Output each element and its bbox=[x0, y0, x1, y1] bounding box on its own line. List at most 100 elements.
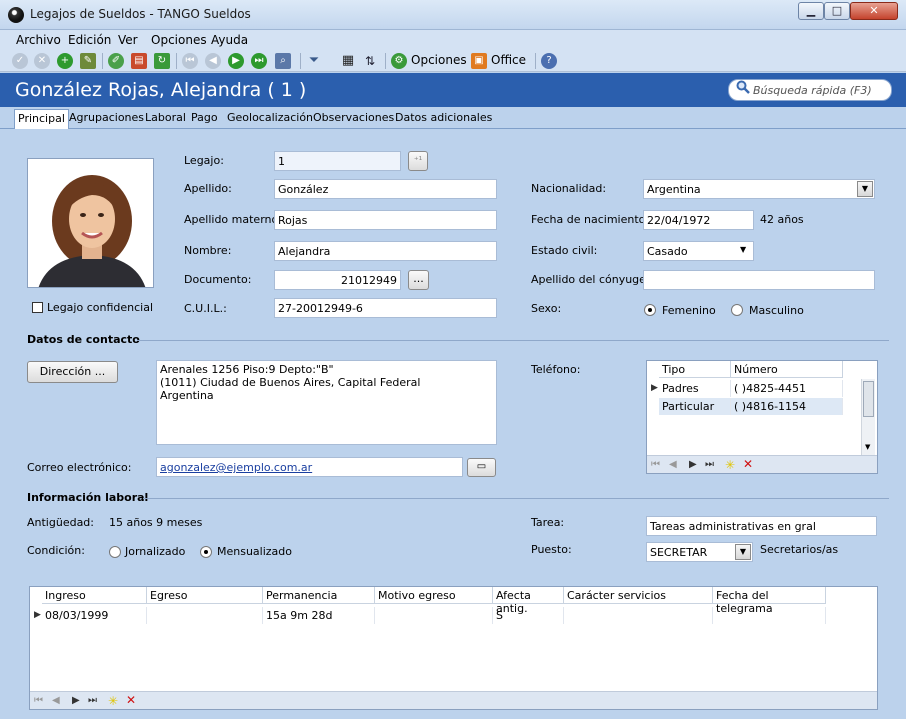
prev-icon[interactable]: ◀ bbox=[52, 695, 60, 706]
chevron-down-icon[interactable]: ▼ bbox=[857, 181, 873, 197]
filter-icon[interactable]: ⏷ bbox=[306, 53, 322, 69]
last-record-icon[interactable]: ⏭ bbox=[251, 53, 267, 69]
sexo-femenino-radio[interactable] bbox=[644, 304, 656, 316]
tab-agrupaciones[interactable]: Agrupaciones bbox=[69, 111, 144, 124]
delete-row-icon[interactable]: ✕ bbox=[126, 693, 136, 707]
tab-observaciones[interactable]: Observaciones bbox=[313, 111, 394, 124]
table-row-tipo[interactable]: Padres bbox=[659, 380, 731, 397]
refresh-icon[interactable]: ↻ bbox=[154, 53, 170, 69]
documento-lookup-button[interactable]: ... bbox=[408, 270, 429, 290]
table-row-numero[interactable]: ( )4825-4451 bbox=[731, 380, 843, 397]
new-row-icon[interactable]: ✳ bbox=[108, 694, 118, 708]
last-icon[interactable]: ⏭ bbox=[705, 459, 714, 470]
header-caracter-servicios[interactable]: Carácter servicios bbox=[564, 587, 713, 604]
nombre-input[interactable]: Alejandra bbox=[274, 241, 497, 261]
apellido-materno-input[interactable]: Rojas bbox=[274, 210, 497, 230]
table-row-ingreso[interactable]: 08/03/1999 bbox=[42, 607, 147, 624]
minimize-button[interactable]: ▁ bbox=[798, 2, 824, 20]
options-menu[interactable]: Opciones bbox=[411, 53, 467, 67]
next-legajo-button[interactable]: ⁺¹ bbox=[408, 151, 428, 171]
next-icon[interactable]: ▶ bbox=[72, 695, 80, 706]
last-icon[interactable]: ⏭ bbox=[88, 695, 97, 706]
options-icon[interactable]: ⚙ bbox=[391, 53, 407, 69]
telefono-header-tipo[interactable]: Tipo bbox=[659, 361, 731, 378]
grid-icon[interactable]: ▦ bbox=[340, 53, 356, 69]
tab-datos-adicionales[interactable]: Datos adicionales bbox=[395, 111, 492, 124]
table-row-permanencia[interactable]: 15a 9m 28d bbox=[263, 607, 375, 624]
telefono-header-numero[interactable]: Número bbox=[731, 361, 843, 378]
table-row-motivo[interactable] bbox=[375, 607, 493, 624]
close-button[interactable]: ✕ bbox=[850, 2, 898, 20]
first-record-icon[interactable]: ⏮ bbox=[182, 53, 198, 69]
header-fecha-telegrama[interactable]: Fecha del telegrama bbox=[713, 587, 826, 615]
edit-icon[interactable]: ✐ bbox=[108, 53, 124, 69]
direccion-button[interactable]: Dirección ... bbox=[27, 361, 118, 383]
scrollbar-thumb[interactable] bbox=[863, 381, 874, 417]
direccion-textarea[interactable]: Arenales 1256 Piso:9 Depto:"B" (1011) Ci… bbox=[156, 360, 497, 445]
scrollbar[interactable]: ▼ bbox=[861, 379, 875, 455]
sort-icon[interactable]: ⇅ bbox=[362, 53, 378, 69]
add-copy-icon[interactable]: ✎ bbox=[80, 53, 96, 69]
email-icon[interactable]: ▭ bbox=[467, 458, 496, 477]
sexo-masculino-radio[interactable] bbox=[731, 304, 743, 316]
first-icon[interactable]: ⏮ bbox=[651, 459, 660, 470]
estado-civil-select[interactable]: Casado bbox=[643, 241, 754, 261]
menu-archivo[interactable]: Archivo bbox=[16, 33, 61, 47]
jornalizado-radio[interactable] bbox=[109, 546, 121, 558]
next-record-icon[interactable]: ▶ bbox=[228, 53, 244, 69]
office-menu[interactable]: Office bbox=[491, 53, 526, 67]
menu-ver[interactable]: Ver bbox=[118, 33, 138, 47]
header-permanencia[interactable]: Permanencia bbox=[263, 587, 375, 604]
table-row-egreso[interactable] bbox=[147, 607, 263, 624]
confidencial-checkbox[interactable] bbox=[32, 302, 43, 313]
tab-pago[interactable]: Pago bbox=[191, 111, 218, 124]
office-icon[interactable]: ▣ bbox=[471, 53, 487, 69]
header-afecta-antig[interactable]: Afecta antig. bbox=[493, 587, 564, 615]
mensualizado-radio[interactable] bbox=[200, 546, 212, 558]
first-icon[interactable]: ⏮ bbox=[34, 695, 43, 706]
delete-icon[interactable]: ▤ bbox=[131, 53, 147, 69]
find-icon[interactable]: ⌕ bbox=[275, 53, 291, 69]
correo-input[interactable]: agonzalez@ejemplo.com.ar bbox=[156, 457, 463, 477]
prev-record-icon[interactable]: ◀ bbox=[205, 53, 221, 69]
add-icon[interactable]: + bbox=[57, 53, 73, 69]
tab-principal[interactable]: Principal bbox=[14, 109, 69, 129]
fecha-nac-input[interactable]: 22/04/1972 bbox=[643, 210, 754, 230]
table-row-afecta[interactable]: S bbox=[493, 607, 564, 624]
tarea-input[interactable]: Tareas administrativas en gral bbox=[646, 516, 877, 536]
menu-edicion[interactable]: Edición bbox=[68, 33, 111, 47]
chevron-down-icon[interactable]: ▼ bbox=[740, 245, 746, 254]
historial-laboral-grid[interactable]: Ingreso Egreso Permanencia Motivo egreso… bbox=[29, 586, 878, 710]
apellido-conyuge-input[interactable] bbox=[643, 270, 875, 290]
nacionalidad-select[interactable]: Argentina bbox=[643, 179, 875, 199]
tab-geolocalizacion[interactable]: Geolocalización bbox=[227, 111, 313, 124]
chevron-down-icon[interactable]: ▼ bbox=[865, 443, 870, 451]
next-icon[interactable]: ▶ bbox=[689, 459, 697, 470]
table-row-telegrama[interactable] bbox=[713, 607, 826, 624]
new-row-icon[interactable]: ✳ bbox=[725, 458, 735, 472]
prev-icon[interactable]: ◀ bbox=[669, 459, 677, 470]
quick-search-input[interactable]: Búsqueda rápida (F3) bbox=[728, 79, 892, 101]
table-row-tipo[interactable]: Particular bbox=[659, 398, 731, 415]
header-egreso[interactable]: Egreso bbox=[147, 587, 263, 604]
tab-laboral[interactable]: Laboral bbox=[145, 111, 186, 124]
cuil-input[interactable]: 27-20012949-6 bbox=[274, 298, 497, 318]
apellido-input[interactable]: González bbox=[274, 179, 497, 199]
telefono-grid[interactable]: Tipo Número ▶ Padres ( )4825-4451 Partic… bbox=[646, 360, 878, 474]
menu-ayuda[interactable]: Ayuda bbox=[211, 33, 248, 47]
documento-label: Documento: bbox=[184, 273, 252, 286]
menu-opciones[interactable]: Opciones bbox=[151, 33, 207, 47]
help-icon[interactable]: ? bbox=[541, 53, 557, 69]
chevron-down-icon[interactable]: ▼ bbox=[735, 544, 751, 560]
table-row-caracter[interactable] bbox=[564, 607, 713, 624]
header-motivo-egreso[interactable]: Motivo egreso bbox=[375, 587, 493, 604]
maximize-button[interactable]: □ bbox=[824, 2, 850, 20]
accept-icon[interactable]: ✓ bbox=[12, 53, 28, 69]
legajo-input[interactable]: 1 bbox=[274, 151, 401, 171]
delete-row-icon[interactable]: ✕ bbox=[743, 457, 753, 471]
cancel-icon[interactable]: ✕ bbox=[34, 53, 50, 69]
table-row-numero[interactable]: ( )4816-1154 bbox=[731, 398, 843, 415]
search-icon bbox=[736, 80, 750, 94]
header-ingreso[interactable]: Ingreso bbox=[42, 587, 147, 604]
documento-input[interactable]: 21012949 bbox=[274, 270, 401, 290]
